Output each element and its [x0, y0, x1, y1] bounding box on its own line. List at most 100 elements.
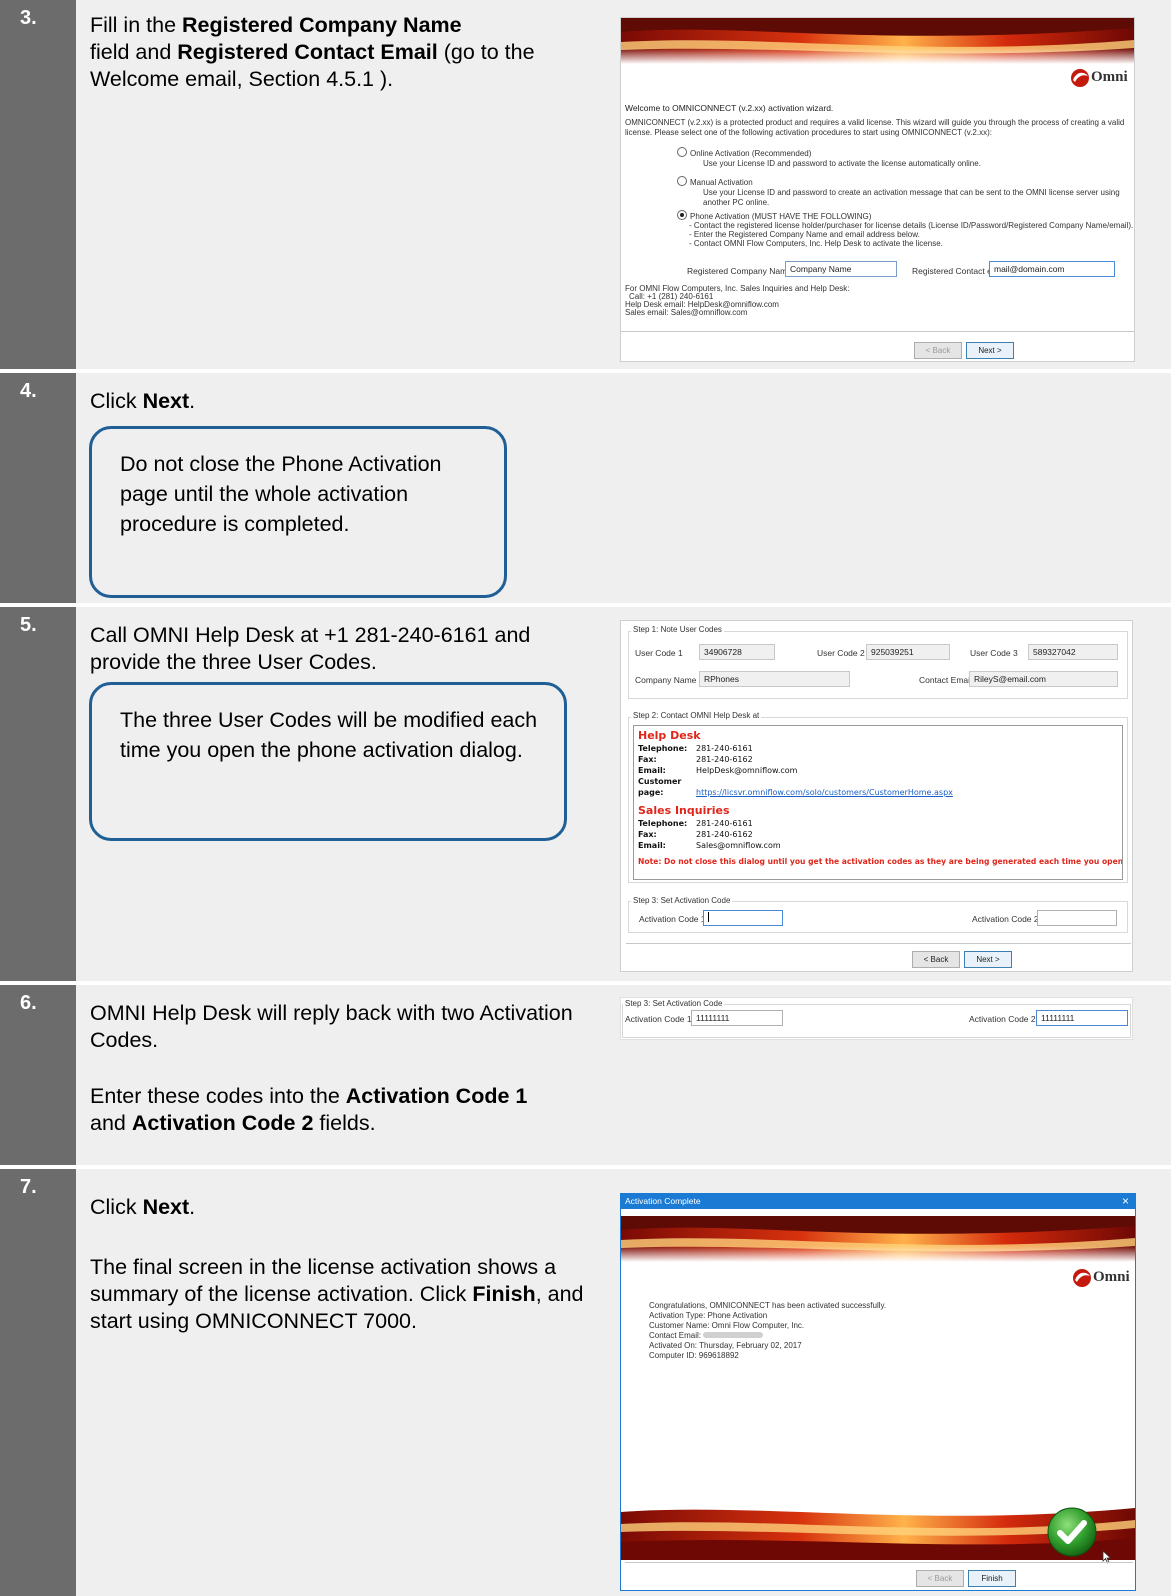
step-row-5: 5. Call OMNI Help Desk at +1 281-240-616… [0, 607, 1171, 985]
close-icon[interactable]: × [1122, 1194, 1129, 1208]
finish-keyword: Finish [472, 1282, 536, 1306]
omni-logo: Omni [1071, 1266, 1135, 1290]
user-code-2-field: 925039251 [866, 644, 950, 660]
company-name-input[interactable]: Company Name [785, 261, 897, 277]
step-text: OMNI Help Desk will reply back with two … [90, 1001, 573, 1052]
company-field: RPhones [699, 671, 850, 687]
contact-email-label: Contact Email [919, 675, 972, 685]
omni-logo: Omni [1069, 66, 1133, 90]
step-number-bar: 7. [0, 1169, 76, 1596]
step-number: 4. [20, 380, 37, 402]
activation-code-1-input[interactable]: 11111111 [691, 1010, 783, 1026]
step-text-2: Enter these codes into the Activation Co… [90, 1083, 590, 1137]
summary-line: Customer Name: Omni Flow Computer, Inc. [649, 1321, 805, 1330]
helpdesk-info: Help Desk Telephone: 281-240-6161 Fax: 281… [638, 729, 1123, 867]
tel-label: Telephone: [638, 744, 688, 753]
option-manual[interactable]: Manual Activation [677, 176, 753, 188]
option-online[interactable]: Online Activation (Recommended) [677, 147, 811, 159]
activation-code-1-label: Activation Code 1 [625, 1014, 692, 1024]
step-row-6: 6. OMNI Help Desk will reply back with t… [0, 985, 1171, 1169]
option-desc: Use your License ID and password to crea… [703, 188, 1120, 207]
dialog-titlebar: Activation Complete × [621, 1194, 1135, 1209]
step-number: 3. [20, 7, 37, 29]
finish-button[interactable]: Finish [968, 1570, 1016, 1587]
back-button[interactable]: < Back [912, 951, 960, 968]
step-text-2: The final screen in the license activati… [90, 1254, 605, 1335]
step3-title: Step 3: Set Activation Code [623, 999, 725, 1008]
summary-line: Activation Type: Phone Activation [649, 1311, 768, 1320]
option-label: Online Activation (Recommended) [690, 149, 812, 158]
step3-title: Step 3: Set Activation Code [631, 896, 733, 905]
activation-code-2-input[interactable] [1037, 910, 1117, 926]
step2-title: Step 2: Contact OMNI Help Desk at [631, 711, 762, 720]
radio-online[interactable] [677, 147, 687, 157]
divider [626, 943, 1131, 944]
text-part: Click [90, 389, 143, 413]
email-value: HelpDesk@omniflow.com [696, 766, 798, 775]
warning-note: Note: Do not close this dialog until you… [638, 857, 1123, 866]
step-row-3: 3. Fill in the Registered Company Name f… [0, 0, 1171, 373]
success-checkmark-icon [1047, 1507, 1097, 1557]
customer-page-label: Customer page: [638, 777, 682, 797]
option-label: Manual Activation [690, 178, 753, 187]
text-part: Fill in the [90, 13, 183, 37]
next-button[interactable]: Next > [964, 951, 1012, 968]
note-callout: The three User Codes will be modified ea… [89, 682, 567, 841]
tel-value: 281-240-6161 [696, 819, 753, 828]
step-number-bar: 6. [0, 985, 76, 1165]
wizard-banner [621, 18, 1134, 64]
tel-row: Telephone: 281-240-6161 [638, 743, 1118, 754]
radio-phone-selected[interactable] [677, 210, 687, 220]
note-text: Do not close the Phone Activation page u… [120, 452, 442, 536]
fax-label: Fax: [638, 755, 657, 764]
customer-row: Customer page: https://licsvr.omniflow.co… [638, 776, 1118, 798]
user-code-3-field: 589327042 [1028, 644, 1118, 660]
user-code-1-label: User Code 1 [635, 648, 683, 658]
step-text: Click Next. [90, 388, 600, 415]
option-label: Phone Activation (MUST HAVE THE FOLLOWIN… [690, 212, 872, 221]
next-button[interactable]: Next > [966, 342, 1014, 359]
step-row-4: 4. Click Next. Do not close the Phone Ac… [0, 373, 1171, 607]
step-text: Click Next. [90, 1194, 600, 1221]
step-number: 6. [20, 992, 37, 1014]
email-label: Email: [638, 766, 666, 775]
omni-logo-text: Omni [1091, 69, 1128, 85]
user-code-2-label: User Code 2 [817, 648, 865, 658]
option-desc: - Contact OMNI Flow Computers, Inc. Help… [689, 239, 943, 248]
contact-email-input[interactable]: mail@domain.com [989, 261, 1115, 277]
radio-manual[interactable] [677, 176, 687, 186]
fax-value: 281-240-6162 [696, 830, 753, 839]
back-button[interactable]: < Back [916, 1570, 964, 1587]
step-number: 7. [20, 1176, 37, 1198]
sales-title: Sales Inquiries [638, 804, 730, 817]
activation-code-2-input[interactable]: 11111111 [1036, 1010, 1128, 1026]
step-number: 5. [20, 614, 37, 636]
tel-label: Telephone: [638, 819, 688, 828]
helpdesk-title: Help Desk [638, 729, 701, 742]
wizard-intro: OMNICONNECT (v.2.xx) is a protected prod… [625, 118, 1125, 137]
activation-code-1-input[interactable] [703, 910, 783, 926]
text-part: fields. [313, 1111, 376, 1135]
back-button[interactable]: < Back [914, 342, 962, 359]
summary-line: Activated On: Thursday, February 02, 201… [649, 1341, 802, 1350]
redacted-email [703, 1332, 764, 1338]
step-number-bar: 3. [0, 0, 76, 369]
divider [625, 1562, 1133, 1563]
sales-email-row: Email: Sales@omniflow.com [638, 840, 1118, 851]
field-name-company: Registered Company Name [182, 13, 462, 37]
instruction-table: 3. Fill in the Registered Company Name f… [0, 0, 1171, 1596]
field-name-code2: Activation Code 2 [131, 1111, 314, 1135]
dialog-banner-top [621, 1216, 1135, 1262]
divider [621, 331, 1134, 332]
next-keyword: Next [142, 1195, 190, 1219]
activation-code-2-label: Activation Code 2 [969, 1014, 1036, 1024]
phone-activation-screenshot: Step 1: Note User Codes User Code 1 3490… [620, 620, 1133, 972]
step1-group [628, 631, 1128, 699]
step-row-7: 7. Click Next. The final screen in the l… [0, 1169, 1171, 1596]
activation-wizard-screenshot: Omni Welcome to OMNICONNECT (v.2.xx) act… [620, 17, 1135, 362]
customer-page-link[interactable]: https://licsvr.omniflow.com/solo/custome… [696, 788, 953, 797]
dialog-title: Activation Complete [625, 1196, 701, 1206]
summary-line: Congratulations, OMNICONNECT has been ac… [649, 1301, 887, 1310]
omni-swirl-icon [1073, 1269, 1091, 1287]
email-row: Email: HelpDesk@omniflow.com [638, 765, 1118, 776]
